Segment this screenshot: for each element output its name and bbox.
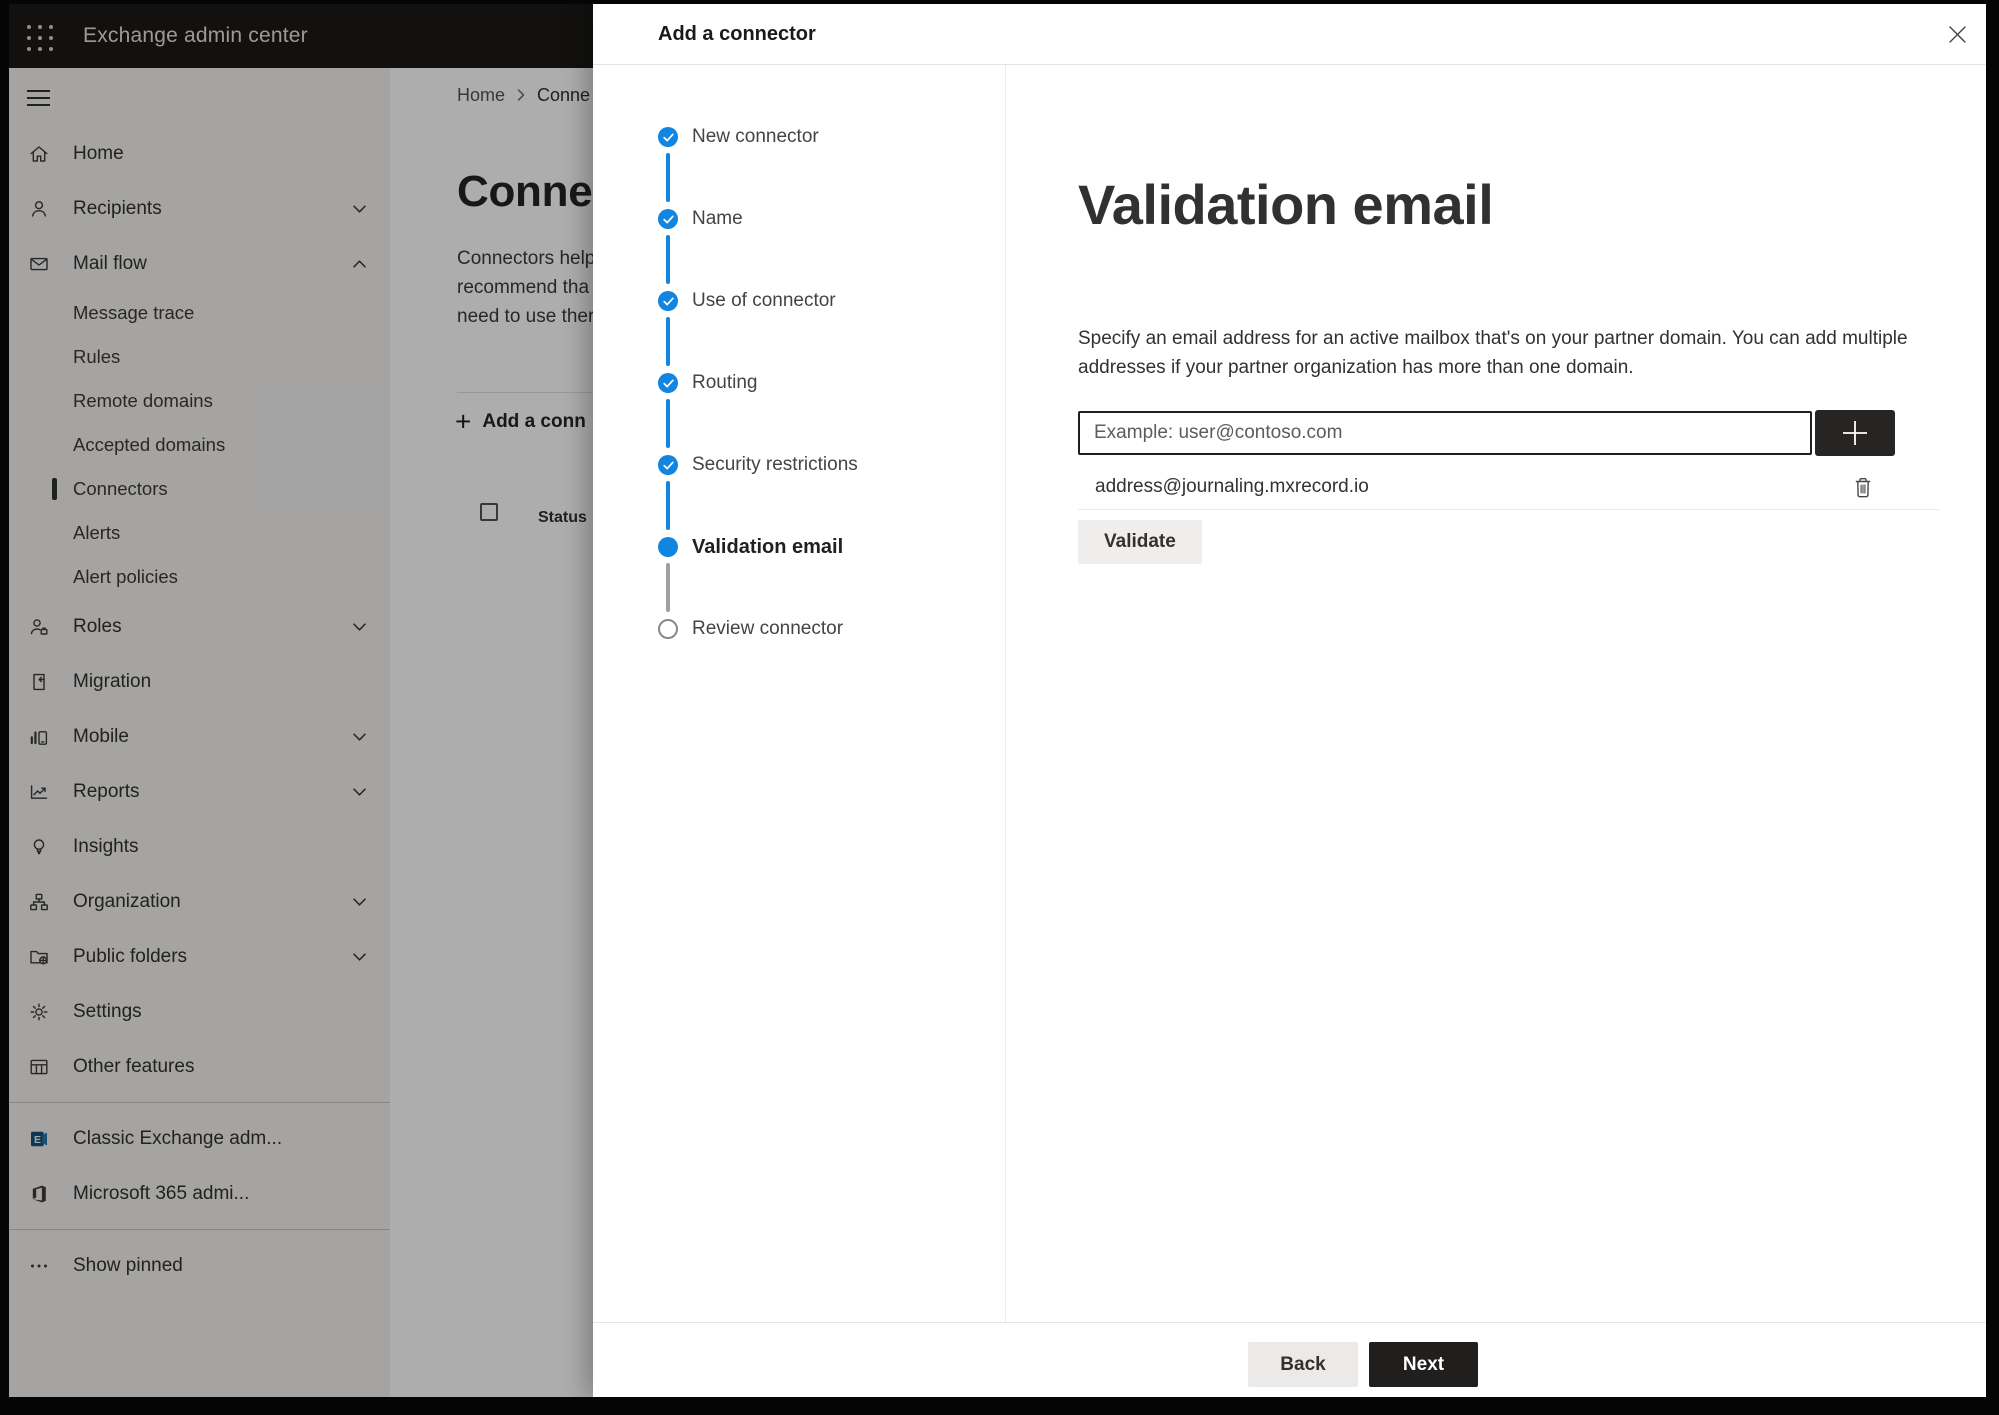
step-description: Specify an email address for an active m…: [1078, 328, 1908, 378]
step-name[interactable]: Name: [658, 209, 858, 291]
step-heading: Validation email: [1078, 173, 1494, 236]
step-check-icon: [658, 291, 678, 311]
step-use-of-connector[interactable]: Use of connector: [658, 291, 858, 373]
wizard-stepper: New connector Name Use of connector Rout…: [658, 127, 858, 701]
stepper-divider: [1005, 65, 1006, 1322]
close-icon[interactable]: [1942, 19, 1972, 49]
dialog-footer-divider: [593, 1322, 1986, 1323]
email-entry-row: [1078, 410, 1898, 456]
step-security-restrictions[interactable]: Security restrictions: [658, 455, 858, 537]
step-upcoming-dot: [658, 619, 678, 639]
add-email-button[interactable]: [1815, 410, 1895, 456]
step-check-icon: [658, 373, 678, 393]
add-connector-dialog: Add a connector New connector Name Use o…: [593, 4, 1986, 1397]
address-email: address@journaling.mxrecord.io: [1095, 475, 1369, 497]
step-check-icon: [658, 209, 678, 229]
delete-address-button[interactable]: [1848, 472, 1878, 502]
next-button[interactable]: Next: [1369, 1342, 1478, 1387]
dialog-title: Add a connector: [658, 22, 816, 45]
validation-email-input[interactable]: [1078, 411, 1812, 455]
plus-icon: [1843, 421, 1867, 445]
dialog-header-divider: [593, 64, 1986, 65]
step-check-icon: [658, 127, 678, 147]
step-current-dot: [658, 537, 678, 557]
back-button[interactable]: Back: [1248, 1342, 1358, 1387]
step-review-connector[interactable]: Review connector: [658, 619, 858, 701]
step-new-connector[interactable]: New connector: [658, 127, 858, 209]
step-validation-email[interactable]: Validation email: [658, 537, 858, 619]
app-window: Exchange admin center Home Recipients Ma…: [9, 4, 1986, 1397]
address-list-item: address@journaling.mxrecord.io: [1078, 464, 1940, 510]
trash-icon: [1855, 477, 1871, 497]
step-routing[interactable]: Routing: [658, 373, 858, 455]
step-check-icon: [658, 455, 678, 475]
validate-button[interactable]: Validate: [1078, 520, 1202, 564]
